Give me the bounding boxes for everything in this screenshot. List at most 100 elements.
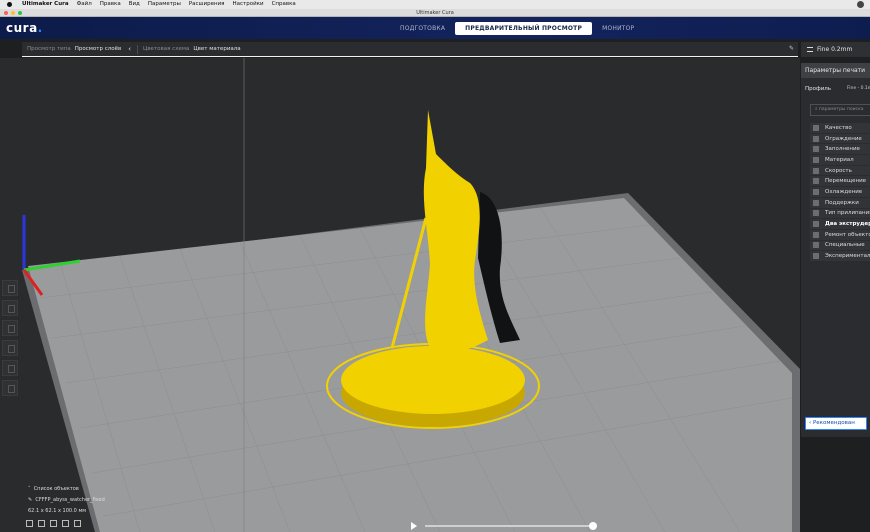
play-icon[interactable]	[411, 522, 417, 530]
menu-app-name[interactable]: Ultimaker Cura	[22, 0, 69, 9]
settings-category[interactable]: Качество	[810, 123, 870, 134]
category-label: Материал	[825, 156, 854, 163]
object-list-item[interactable]: ✎ CFFFP_abyss_watcher_fixed	[28, 495, 105, 506]
menu-bar: Ultimaker Cura Файл Правка Вид Параметры…	[0, 0, 870, 9]
category-label: Поддержки	[825, 199, 859, 206]
profile-dropdown[interactable]: Fine - 0.1mm	[847, 82, 870, 96]
menu-file[interactable]: Файл	[77, 0, 92, 9]
print-profile-label: Fine 0.2mm	[817, 46, 853, 53]
color-scheme-dropdown[interactable]: Цвет материала	[193, 46, 240, 52]
category-icon	[813, 221, 819, 228]
settings-categories: Качество Ограждение Заполнение Материал Скор…	[810, 123, 870, 262]
cura-logo: cura.	[6, 21, 43, 35]
category-label: Два экструдера	[825, 221, 870, 228]
category-icon	[813, 199, 819, 206]
menu-view[interactable]: Вид	[129, 0, 140, 9]
settings-category[interactable]: Перемещение	[810, 176, 870, 188]
view-top-icon[interactable]	[50, 520, 57, 527]
apple-icon[interactable]	[6, 0, 14, 9]
window-title: Ultimaker Cura	[416, 10, 454, 16]
category-label: Качество	[825, 124, 852, 131]
3d-viewport[interactable]: ˄ Список объектов ✎ CFFFP_abyss_watcher_…	[0, 58, 800, 532]
category-icon	[813, 146, 819, 153]
category-icon	[813, 178, 819, 185]
profile-row: Профиль Fine - 0.1mm	[801, 82, 870, 102]
rotate-tool-icon[interactable]	[2, 320, 18, 336]
category-label: Перемещение	[825, 178, 867, 185]
view-front-icon[interactable]	[38, 520, 45, 527]
category-icon	[813, 124, 819, 131]
settings-category[interactable]: Экспериментальные	[810, 251, 870, 262]
per-model-settings-icon[interactable]	[2, 360, 18, 376]
settings-category[interactable]: Поддержки	[810, 197, 870, 209]
settings-category[interactable]: Тип прилипания	[810, 208, 870, 220]
layer-slider-track[interactable]	[425, 525, 593, 527]
settings-category[interactable]: Охлаждение	[810, 187, 870, 198]
view-orientation-buttons	[26, 520, 86, 527]
category-icon	[813, 242, 819, 249]
category-label: Экспериментальные	[825, 253, 870, 260]
scale-tool-icon[interactable]	[2, 300, 18, 316]
view-type-dropdown[interactable]: Просмотр слоёв	[75, 46, 122, 52]
category-icon	[813, 167, 819, 174]
tab-monitor[interactable]: МОНИТОР	[592, 22, 644, 35]
model-figure	[423, 110, 488, 353]
app-header: cura. ПОДГОТОВКА ПРЕДВАРИТЕЛЬНЫЙ ПРОСМОТ…	[0, 17, 870, 39]
settings-category[interactable]: Ограждение	[810, 133, 870, 145]
search-icon: ⌕	[815, 107, 818, 112]
print-settings-title: Параметры печати	[801, 63, 870, 78]
layer-playback	[410, 520, 600, 532]
print-profile-button[interactable]: Fine 0.2mm	[801, 42, 870, 57]
menu-help[interactable]: Справка	[272, 0, 296, 9]
category-icon	[813, 231, 819, 238]
tab-preview[interactable]: ПРЕДВАРИТЕЛЬНЫЙ ПРОСМОТР	[455, 22, 593, 35]
category-icon	[813, 156, 819, 163]
print-settings-panel: Параметры печати Профиль Fine - 0.1mm ⌕ …	[801, 63, 870, 437]
profile-label: Профиль	[805, 86, 832, 92]
view-options-bar: Просмотр типа Просмотр слоёв ‹ Цветовая …	[22, 42, 798, 57]
move-tool-icon[interactable]	[2, 280, 18, 296]
category-label: Ремонт объектов	[825, 231, 870, 238]
divider	[137, 44, 139, 54]
status-menu-icon[interactable]	[857, 1, 864, 8]
settings-sliders-icon	[807, 47, 813, 52]
build-plate-scene	[22, 58, 800, 532]
chevron-left-icon[interactable]: ‹	[128, 45, 131, 53]
color-scheme-label: Цветовая схема	[143, 46, 190, 52]
menu-edit[interactable]: Правка	[100, 0, 121, 9]
support-blocker-icon[interactable]	[2, 380, 18, 396]
settings-category[interactable]: Специальные	[810, 240, 870, 252]
menu-extensions[interactable]: Расширения	[189, 0, 225, 9]
view-type-label: Просмотр типа	[27, 46, 71, 52]
window-titlebar: Ultimaker Cura	[0, 9, 870, 17]
category-icon	[813, 188, 819, 195]
object-list-toggle[interactable]: ˄ Список объектов	[28, 484, 105, 495]
category-icon	[813, 210, 819, 217]
view-left-icon[interactable]	[62, 520, 69, 527]
settings-category[interactable]: Заполнение	[810, 144, 870, 156]
menu-preferences[interactable]: Настройки	[233, 0, 264, 9]
category-label: Специальные	[825, 242, 865, 249]
tab-prepare[interactable]: ПОДГОТОВКА	[390, 22, 455, 35]
edit-icon[interactable]: ✎	[789, 45, 794, 52]
layer-slider-handle[interactable]	[589, 522, 597, 530]
view-right-icon[interactable]	[74, 520, 81, 527]
settings-category[interactable]: Скорость	[810, 165, 870, 177]
settings-search-input[interactable]: ⌕ параметры поиска	[810, 104, 870, 116]
category-label: Охлаждение	[825, 188, 863, 195]
view-3d-icon[interactable]	[26, 520, 33, 527]
stage-tabs: ПОДГОТОВКА ПРЕДВАРИТЕЛЬНЫЙ ПРОСМОТР МОНИ…	[390, 22, 644, 35]
settings-category[interactable]: Два экструдера	[810, 219, 870, 230]
menu-settings[interactable]: Параметры	[148, 0, 181, 9]
category-icon	[813, 135, 819, 142]
settings-category[interactable]: Ремонт объектов	[810, 229, 870, 241]
recommended-button[interactable]: ‹ Рекомендован	[805, 417, 867, 430]
model-base-top	[341, 346, 525, 414]
category-label: Скорость	[825, 167, 852, 174]
mirror-tool-icon[interactable]	[2, 340, 18, 356]
settings-search-placeholder: параметры поиска	[818, 107, 864, 112]
category-label: Заполнение	[825, 146, 860, 153]
object-list: ˄ Список объектов ✎ CFFFP_abyss_watcher_…	[28, 484, 105, 517]
settings-category[interactable]: Материал	[810, 155, 870, 166]
object-dimensions: 62.1 x 62.1 x 100.0 мм	[28, 508, 86, 514]
